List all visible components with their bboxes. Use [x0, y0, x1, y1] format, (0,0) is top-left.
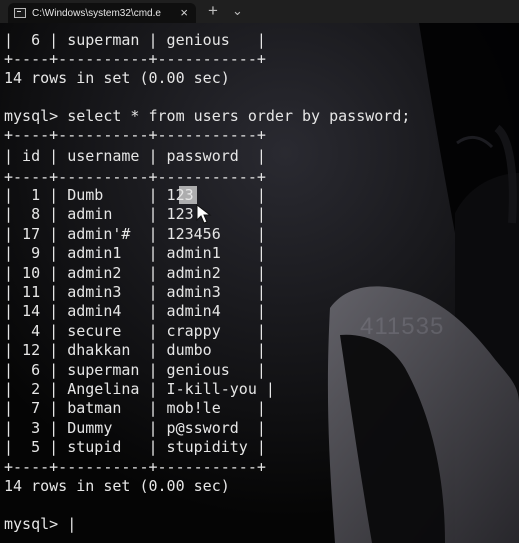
table-row: | 5 | stupid | stupidity |	[4, 438, 266, 457]
tab-cmd[interactable]: C:\Windows\system32\cmd.e ×	[8, 3, 196, 23]
terminal-status-line: 14 rows in set (0.00 sec)	[4, 477, 230, 495]
terminal-status-line: 14 rows in set (0.00 sec)	[4, 69, 230, 87]
table-row: | 4 | secure | crappy |	[4, 321, 266, 340]
table-row: | 11 | admin3 | admin3 |	[4, 283, 266, 301]
table-row: | 17 | admin'# | 123456 |	[4, 224, 266, 243]
table-row: | 2 | Angelina | I-kill-you |	[4, 380, 275, 398]
terminal-prompt[interactable]: mysql> |	[4, 515, 76, 534]
table-row: | 14 | admin4 | admin4 |	[4, 302, 266, 321]
table-row: | 7 | batman | mob!le |	[4, 399, 266, 418]
watermark-text: 411535	[360, 313, 445, 340]
table-row: | 1 | Dumb | 123 |	[4, 186, 266, 204]
table-row: | 10 | admin2 | admin2 |	[4, 263, 266, 282]
tab-bar: C:\Windows\system32\cmd.e × + ⌄	[0, 0, 519, 24]
tab-title: C:\Windows\system32\cmd.e	[32, 7, 161, 19]
terminal-border-line: +----+----------+-----------+	[4, 126, 266, 144]
terminal-icon	[14, 8, 26, 18]
mouse-cursor-icon	[196, 204, 212, 224]
terminal-query-line: mysql> select * from users order by pass…	[4, 107, 411, 125]
table-row: | 8 | admin | 123 |	[4, 205, 266, 224]
terminal-prev-row: | 6 | superman | genious |	[4, 31, 266, 49]
terminal-border-line: +----+----------+-----------+	[4, 168, 266, 186]
chevron-down-icon[interactable]: ⌄	[232, 3, 243, 19]
terminal-border-line: +----+----------+-----------+	[4, 458, 266, 476]
table-row: | 12 | dhakkan | dumbo |	[4, 341, 266, 360]
terminal-window[interactable]: 411535 | 6 | superman | genious | +----+…	[0, 23, 519, 543]
terminal-border-line: +----+----------+-----------+	[4, 50, 266, 68]
close-icon[interactable]: ×	[180, 5, 188, 20]
terminal-table-header: | id | username | password |	[4, 147, 266, 165]
new-tab-button[interactable]: +	[208, 1, 218, 21]
table-row: | 3 | Dummy | p@ssword |	[4, 418, 266, 437]
table-row: | 9 | admin1 | admin1 |	[4, 244, 266, 263]
table-row: | 6 | superman | genious |	[4, 360, 266, 379]
